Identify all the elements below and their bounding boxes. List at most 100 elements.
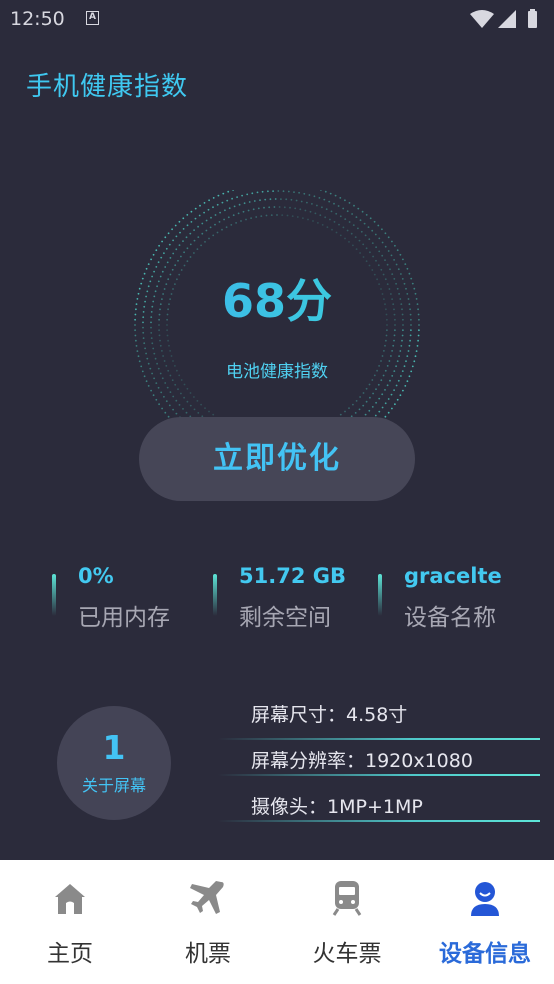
gauge-dot — [364, 234, 367, 237]
gauge-dot — [337, 205, 340, 207]
gauge-dot — [318, 197, 321, 199]
gauge-dot — [256, 191, 259, 194]
gauge-dot — [204, 241, 206, 243]
gauge-dot — [193, 408, 196, 411]
tab-device-info[interactable]: 设备信息 — [416, 860, 554, 984]
gauge-dot — [401, 334, 404, 337]
about-screen-badge[interactable]: 1 关于屏幕 — [57, 706, 171, 820]
gauge-dot — [180, 255, 182, 258]
gauge-dot — [164, 411, 167, 414]
gauge-dot — [222, 192, 225, 195]
gauge-dot — [242, 210, 245, 213]
stat-value: 51.72 GB — [239, 564, 346, 588]
gauge-dot — [233, 205, 236, 208]
gauge-dot — [243, 202, 246, 205]
optimize-button[interactable]: 立即优化 — [139, 417, 415, 501]
gauge-dot — [390, 254, 393, 257]
tab-home[interactable]: 主页 — [1, 860, 139, 984]
gauge-dot — [212, 197, 215, 199]
about-screen-label: 关于屏幕 — [81, 776, 146, 795]
tab-flights[interactable]: 机票 — [139, 860, 277, 984]
gauge-dot — [283, 206, 286, 209]
gauge-dot — [391, 350, 393, 352]
gauge-dot — [296, 216, 299, 218]
gauge-dot — [291, 215, 294, 217]
gauge-dot — [182, 217, 185, 220]
gauge-dot — [311, 203, 313, 205]
tab-label: 机票 — [185, 941, 231, 967]
gauge-dot — [287, 190, 290, 193]
gauge-dot — [161, 240, 163, 243]
gauge-dot — [378, 250, 381, 253]
gauge-dot — [241, 194, 243, 197]
gauge-dot — [237, 212, 240, 215]
gauge-dot — [150, 332, 153, 334]
gauge-dot — [330, 210, 333, 213]
stat-label: 设备名称 — [404, 605, 496, 631]
gauge-dot — [329, 218, 331, 221]
gauge-dot — [353, 204, 355, 207]
gauge-dot — [263, 206, 265, 209]
gauge-dot — [158, 244, 160, 247]
gauge-dot — [196, 400, 199, 402]
gauge-dot — [307, 218, 309, 221]
gauge-dot — [151, 342, 154, 345]
gauge-dot — [377, 383, 380, 386]
gauge-dot — [400, 345, 403, 347]
gauge-dot — [298, 191, 300, 194]
gauge-dot — [312, 220, 314, 222]
gauge-dot — [328, 200, 331, 203]
stat-label: 剩余空间 — [239, 605, 331, 631]
gauge-dot — [393, 339, 395, 342]
gauge-dot — [182, 408, 184, 410]
gauge-dot — [204, 407, 206, 409]
gauge-dot — [364, 413, 367, 416]
gauge-dot — [357, 227, 359, 230]
gauge-dot — [371, 406, 374, 408]
gauge-dot — [144, 347, 146, 350]
gauge-dot — [368, 383, 371, 386]
gauge-dot — [300, 200, 303, 203]
gauge-dot — [359, 219, 362, 222]
gauge-dot — [393, 389, 395, 391]
gauge-dot — [352, 244, 354, 247]
gauge-dot — [145, 352, 147, 355]
gauge-dot — [232, 214, 235, 217]
gauge-dot — [194, 207, 197, 210]
gauge-dot — [363, 222, 366, 225]
gauge-dot — [285, 198, 288, 201]
gauge-dot — [273, 206, 276, 208]
gauge-dot — [385, 334, 388, 337]
gauge-dot — [200, 244, 202, 247]
divider — [218, 774, 540, 776]
gauge-dot — [265, 214, 268, 217]
gauge-dot — [159, 344, 162, 347]
gauge-dot — [177, 259, 179, 262]
gauge-dot — [172, 395, 175, 398]
gauge-dot — [384, 259, 386, 261]
gauge-dot — [381, 228, 383, 231]
gauge-dot — [371, 229, 374, 232]
gauge-dot — [295, 199, 298, 202]
gauge-dot — [209, 226, 212, 229]
gauge-dot — [165, 400, 168, 403]
gauge-dot — [152, 347, 155, 350]
battery-icon — [528, 11, 537, 28]
gauge-dot — [281, 214, 284, 216]
gauge-dot — [225, 226, 228, 229]
gauge-dot — [152, 394, 155, 397]
gauge-dot — [158, 403, 160, 406]
tab-train[interactable]: 火车票 — [278, 860, 416, 984]
gauge-dot — [354, 236, 357, 238]
gauge-dot — [348, 202, 351, 204]
gauge-dot — [335, 231, 338, 234]
gauge-dot — [252, 208, 255, 211]
gauge-dot — [150, 389, 152, 392]
gauge-dot — [416, 345, 419, 347]
gauge-dot — [193, 252, 195, 254]
gauge-dot — [189, 243, 192, 246]
gauge-dot — [280, 198, 282, 200]
gauge-dot — [346, 210, 349, 213]
page-title: 手机健康指数 — [26, 72, 189, 102]
gauge-dot — [326, 226, 329, 229]
